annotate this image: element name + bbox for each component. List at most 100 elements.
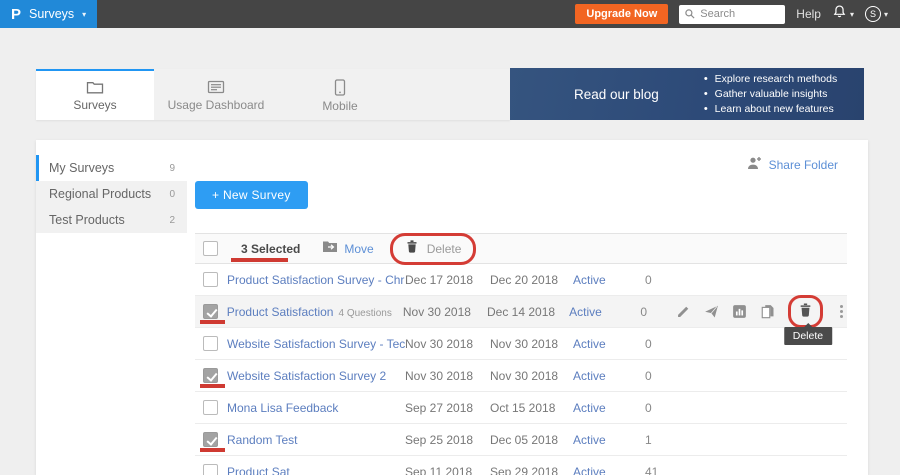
survey-title-link[interactable]: Website Satisfaction Survey - Tech bbox=[227, 337, 405, 351]
status-label: Active bbox=[569, 305, 636, 319]
new-survey-button[interactable]: + New Survey bbox=[195, 181, 308, 209]
row-checkbox[interactable] bbox=[203, 336, 218, 351]
start-date: Sep 27 2018 bbox=[405, 401, 490, 415]
folder-label: Test Products bbox=[49, 213, 125, 227]
response-count: 1 bbox=[641, 433, 681, 447]
survey-title-link[interactable]: Mona Lisa Feedback bbox=[227, 401, 405, 415]
upgrade-now-button[interactable]: Upgrade Now bbox=[575, 4, 668, 24]
tab-surveys[interactable]: Surveys bbox=[36, 69, 154, 120]
banner-bullet: Gather valuable insights bbox=[704, 87, 837, 102]
row-delete-button[interactable]: Delete bbox=[788, 295, 823, 328]
trash-icon bbox=[405, 239, 419, 259]
response-count: 0 bbox=[641, 369, 681, 383]
content-panel: My Surveys 9 Regional Products 0 Test Pr… bbox=[36, 140, 868, 475]
blog-banner[interactable]: Read our blog Explore research methods G… bbox=[510, 68, 864, 120]
app-menu[interactable]: P Surveys ▾ bbox=[0, 0, 97, 28]
status-label: Active bbox=[573, 273, 641, 287]
copy-button[interactable] bbox=[760, 304, 775, 319]
reports-button[interactable] bbox=[732, 304, 747, 319]
start-date: Sep 11 2018 bbox=[405, 465, 490, 475]
end-date: Oct 15 2018 bbox=[490, 401, 573, 415]
question-count-label: 4 Questions bbox=[338, 308, 391, 319]
annotation-underline-selected bbox=[231, 258, 288, 262]
annotation-underline-checkbox bbox=[200, 320, 225, 324]
status-label: Active bbox=[573, 433, 641, 447]
response-count: 0 bbox=[641, 401, 681, 415]
table-row: Product Satisfaction4 Questions Nov 30 2… bbox=[195, 296, 847, 328]
start-date: Sep 25 2018 bbox=[405, 433, 490, 447]
share-folder-button[interactable]: Share Folder bbox=[746, 156, 838, 173]
row-checkbox[interactable] bbox=[203, 272, 218, 287]
sidebar-item-my-surveys[interactable]: My Surveys 9 bbox=[36, 155, 187, 181]
survey-title-link[interactable]: Random Test bbox=[227, 433, 405, 447]
banner-bullet: Explore research methods bbox=[704, 72, 837, 87]
folder-sidebar: My Surveys 9 Regional Products 0 Test Pr… bbox=[36, 155, 187, 233]
folder-label: Regional Products bbox=[49, 187, 151, 201]
move-label: Move bbox=[344, 242, 373, 256]
mobile-icon bbox=[334, 79, 346, 96]
response-count: 0 bbox=[641, 273, 681, 287]
person-plus-icon bbox=[746, 156, 762, 173]
more-options-button[interactable] bbox=[836, 303, 847, 320]
tab-mobile[interactable]: Mobile bbox=[278, 69, 402, 120]
edit-button[interactable] bbox=[676, 304, 691, 319]
survey-title-link[interactable]: Product Satisfaction bbox=[227, 305, 334, 319]
banner-title: Read our blog bbox=[574, 87, 659, 102]
start-date: Nov 30 2018 bbox=[405, 337, 490, 351]
folder-icon bbox=[86, 79, 104, 95]
survey-table: 3 Selected Move Delete Pro bbox=[195, 233, 847, 475]
table-row: Random Test Sep 25 2018 Dec 05 2018 Acti… bbox=[195, 424, 847, 456]
tab-usage-dashboard[interactable]: Usage Dashboard bbox=[154, 69, 278, 120]
row-checkbox[interactable] bbox=[203, 304, 218, 319]
sidebar-item-regional-products[interactable]: Regional Products 0 bbox=[36, 181, 187, 207]
survey-title-link[interactable]: Website Satisfaction Survey 2 bbox=[227, 369, 405, 383]
search-input[interactable] bbox=[700, 8, 780, 20]
annotation-underline-checkbox bbox=[200, 448, 225, 452]
help-link[interactable]: Help bbox=[796, 7, 821, 21]
delete-button[interactable]: Delete bbox=[390, 233, 477, 265]
share-folder-label: Share Folder bbox=[769, 158, 838, 172]
trash-icon bbox=[798, 302, 813, 321]
dashboard-icon bbox=[207, 79, 225, 95]
end-date: Dec 05 2018 bbox=[490, 433, 573, 447]
survey-title-link[interactable]: Product Sat bbox=[227, 465, 405, 475]
table-row: Mona Lisa Feedback Sep 27 2018 Oct 15 20… bbox=[195, 392, 847, 424]
tab-label: Mobile bbox=[322, 99, 357, 113]
status-label: Active bbox=[573, 465, 641, 475]
banner-bullet-list: Explore research methods Gather valuable… bbox=[704, 72, 837, 117]
send-button[interactable] bbox=[704, 304, 719, 319]
tab-strip: Surveys Usage Dashboard Mobile bbox=[36, 69, 510, 120]
sidebar-item-test-products[interactable]: Test Products 2 bbox=[36, 207, 187, 233]
row-checkbox[interactable] bbox=[203, 432, 218, 447]
table-row: Product Sat Sep 11 2018 Sep 29 2018 Acti… bbox=[195, 456, 847, 475]
selected-count-label: 3 Selected bbox=[241, 242, 300, 256]
search-box[interactable] bbox=[679, 5, 785, 24]
account-menu[interactable]: S ▾ bbox=[865, 6, 888, 22]
chevron-down-icon: ▾ bbox=[850, 10, 854, 19]
top-bar: P Surveys ▾ Upgrade Now Help ▾ S ▾ bbox=[0, 0, 900, 28]
folder-count: 2 bbox=[169, 215, 175, 226]
row-checkbox[interactable] bbox=[203, 464, 218, 475]
folder-label: My Surveys bbox=[49, 161, 114, 175]
tab-label: Usage Dashboard bbox=[168, 98, 265, 112]
chevron-down-icon: ▾ bbox=[884, 10, 888, 19]
folder-count: 9 bbox=[169, 163, 175, 174]
row-checkbox[interactable] bbox=[203, 400, 218, 415]
row-checkbox[interactable] bbox=[203, 368, 218, 383]
delete-label: Delete bbox=[427, 242, 462, 256]
annotation-underline-checkbox bbox=[200, 384, 225, 388]
select-all-checkbox[interactable] bbox=[203, 241, 218, 256]
app-window: P Surveys ▾ Upgrade Now Help ▾ S ▾ bbox=[0, 0, 900, 475]
survey-title-link[interactable]: Product Satisfaction Survey - Christmas … bbox=[227, 273, 405, 287]
chevron-down-icon: ▾ bbox=[82, 10, 86, 19]
end-date: Sep 29 2018 bbox=[490, 465, 573, 475]
notifications-menu[interactable]: ▾ bbox=[832, 4, 854, 24]
move-button[interactable]: Move bbox=[322, 240, 373, 258]
table-row: Website Satisfaction Survey 2 Nov 30 201… bbox=[195, 360, 847, 392]
avatar: S bbox=[865, 6, 881, 22]
brand-logo: P bbox=[11, 7, 21, 22]
status-label: Active bbox=[573, 369, 641, 383]
banner-bullet: Learn about new features bbox=[704, 102, 837, 117]
survey-title-cell: Product Satisfaction 4 Questions bbox=[227, 305, 403, 319]
status-label: Active bbox=[573, 337, 641, 351]
